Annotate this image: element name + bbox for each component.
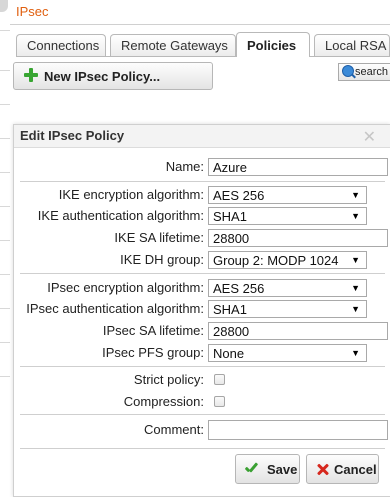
divider	[0, 308, 10, 309]
dropdown-arrow-icon: ▼	[351, 348, 360, 358]
new-policy-label: New IPsec Policy...	[44, 69, 161, 84]
ipsec-encryption-select[interactable]: AES 256 ▼	[208, 279, 367, 297]
tab-policies[interactable]: Policies	[236, 32, 310, 57]
ike-encryption-select[interactable]: AES 256 ▼	[208, 186, 367, 204]
tab-remote-gateways[interactable]: Remote Gateways	[110, 34, 236, 56]
ipsec-authentication-value: SHA1	[213, 302, 247, 317]
name-field[interactable]: Azure	[208, 158, 388, 176]
search-label: search	[355, 66, 389, 78]
ipsec-sa-lifetime-field[interactable]: 28800	[208, 322, 388, 340]
search-icon	[342, 65, 354, 77]
tab-label: Remote Gateways	[121, 38, 228, 53]
dropdown-arrow-icon: ▼	[351, 304, 360, 314]
cancel-label: Cancel	[334, 462, 377, 477]
name-label: Name:	[165, 159, 204, 174]
tab-bar: Connections Remote Gateways Policies Loc…	[16, 32, 390, 57]
separator	[20, 414, 385, 415]
strict-policy-checkbox[interactable]	[214, 374, 225, 385]
separator	[20, 273, 385, 274]
edit-ipsec-policy-dialog: Edit IPsec Policy ✕ Name: Azure IKE encr…	[13, 124, 390, 497]
save-label: Save	[267, 462, 298, 477]
cancel-button[interactable]: Cancel	[306, 454, 379, 484]
divider	[0, 104, 10, 105]
ike-authentication-select[interactable]: SHA1 ▼	[208, 207, 367, 225]
ike-dh-group-value: Group 2: MODP 1024	[213, 253, 339, 268]
ike-dh-group-select[interactable]: Group 2: MODP 1024 ▼	[208, 251, 367, 269]
ike-authentication-value: SHA1	[213, 209, 247, 224]
ike-encryption-value: AES 256	[213, 188, 265, 203]
ike-dh-group-label: IKE DH group:	[120, 252, 204, 267]
tab-connections[interactable]: Connections	[16, 34, 106, 56]
tab-label: Policies	[247, 38, 297, 53]
close-icon[interactable]: ✕	[363, 127, 376, 147]
search-button[interactable]: search	[338, 63, 390, 81]
dropdown-arrow-icon: ▼	[351, 283, 360, 293]
separator	[20, 181, 385, 182]
divider	[0, 206, 10, 207]
dropdown-arrow-icon: ▼	[351, 211, 360, 221]
new-ipsec-policy-button[interactable]: New IPsec Policy...	[13, 62, 213, 90]
dropdown-arrow-icon: ▼	[351, 190, 360, 200]
divider	[0, 138, 10, 139]
ipsec-sa-lifetime-label: IPsec SA lifetime:	[102, 323, 204, 338]
window-title: IPsec	[16, 4, 49, 19]
divider	[0, 376, 10, 377]
left-panel-edge	[0, 0, 10, 497]
divider	[0, 274, 10, 275]
compression-checkbox[interactable]	[214, 396, 225, 407]
check-icon	[244, 462, 258, 476]
window-titlebar: IPsec	[10, 0, 390, 25]
panel-corner	[0, 0, 8, 12]
ipsec-encryption-value: AES 256	[213, 281, 265, 296]
tab-label: Connections	[27, 38, 100, 53]
divider	[0, 172, 10, 173]
ipsec-encryption-label: IPsec encryption algorithm:	[47, 280, 204, 295]
ipsec-pfs-group-value: None	[213, 346, 245, 361]
divider	[0, 30, 10, 31]
ipsec-authentication-label: IPsec authentication algorithm:	[26, 301, 204, 316]
save-button[interactable]: Save	[235, 454, 300, 484]
separator	[20, 448, 385, 449]
tab-label: Local RSA Ke	[325, 38, 389, 53]
dialog-header: Edit IPsec Policy ✕	[14, 125, 390, 148]
dialog-title: Edit IPsec Policy	[20, 128, 125, 143]
ipsec-pfs-group-label: IPsec PFS group:	[102, 345, 204, 360]
comment-label: Comment:	[144, 422, 204, 437]
divider	[0, 240, 10, 241]
comment-field[interactable]	[208, 420, 388, 440]
divider	[0, 342, 10, 343]
divider	[0, 70, 10, 71]
compression-label: Compression:	[123, 394, 204, 409]
ipsec-pfs-group-select[interactable]: None ▼	[208, 344, 367, 362]
dropdown-arrow-icon: ▼	[351, 255, 360, 265]
name-value: Azure	[213, 160, 247, 175]
ike-sa-lifetime-label: IKE SA lifetime:	[114, 230, 204, 245]
x-icon	[316, 462, 330, 476]
separator	[20, 366, 385, 367]
plus-icon	[24, 68, 38, 82]
ike-sa-lifetime-value: 28800	[213, 231, 250, 246]
ike-authentication-label: IKE authentication algorithm:	[37, 208, 204, 223]
strict-policy-label: Strict policy:	[133, 372, 204, 387]
ipsec-sa-lifetime-value: 28800	[213, 324, 250, 339]
ipsec-authentication-select[interactable]: SHA1 ▼	[208, 300, 367, 318]
ike-encryption-label: IKE encryption algorithm:	[58, 187, 204, 202]
ike-sa-lifetime-field[interactable]: 28800	[208, 229, 388, 247]
tab-local-rsa-keys[interactable]: Local RSA Ke	[314, 34, 390, 56]
